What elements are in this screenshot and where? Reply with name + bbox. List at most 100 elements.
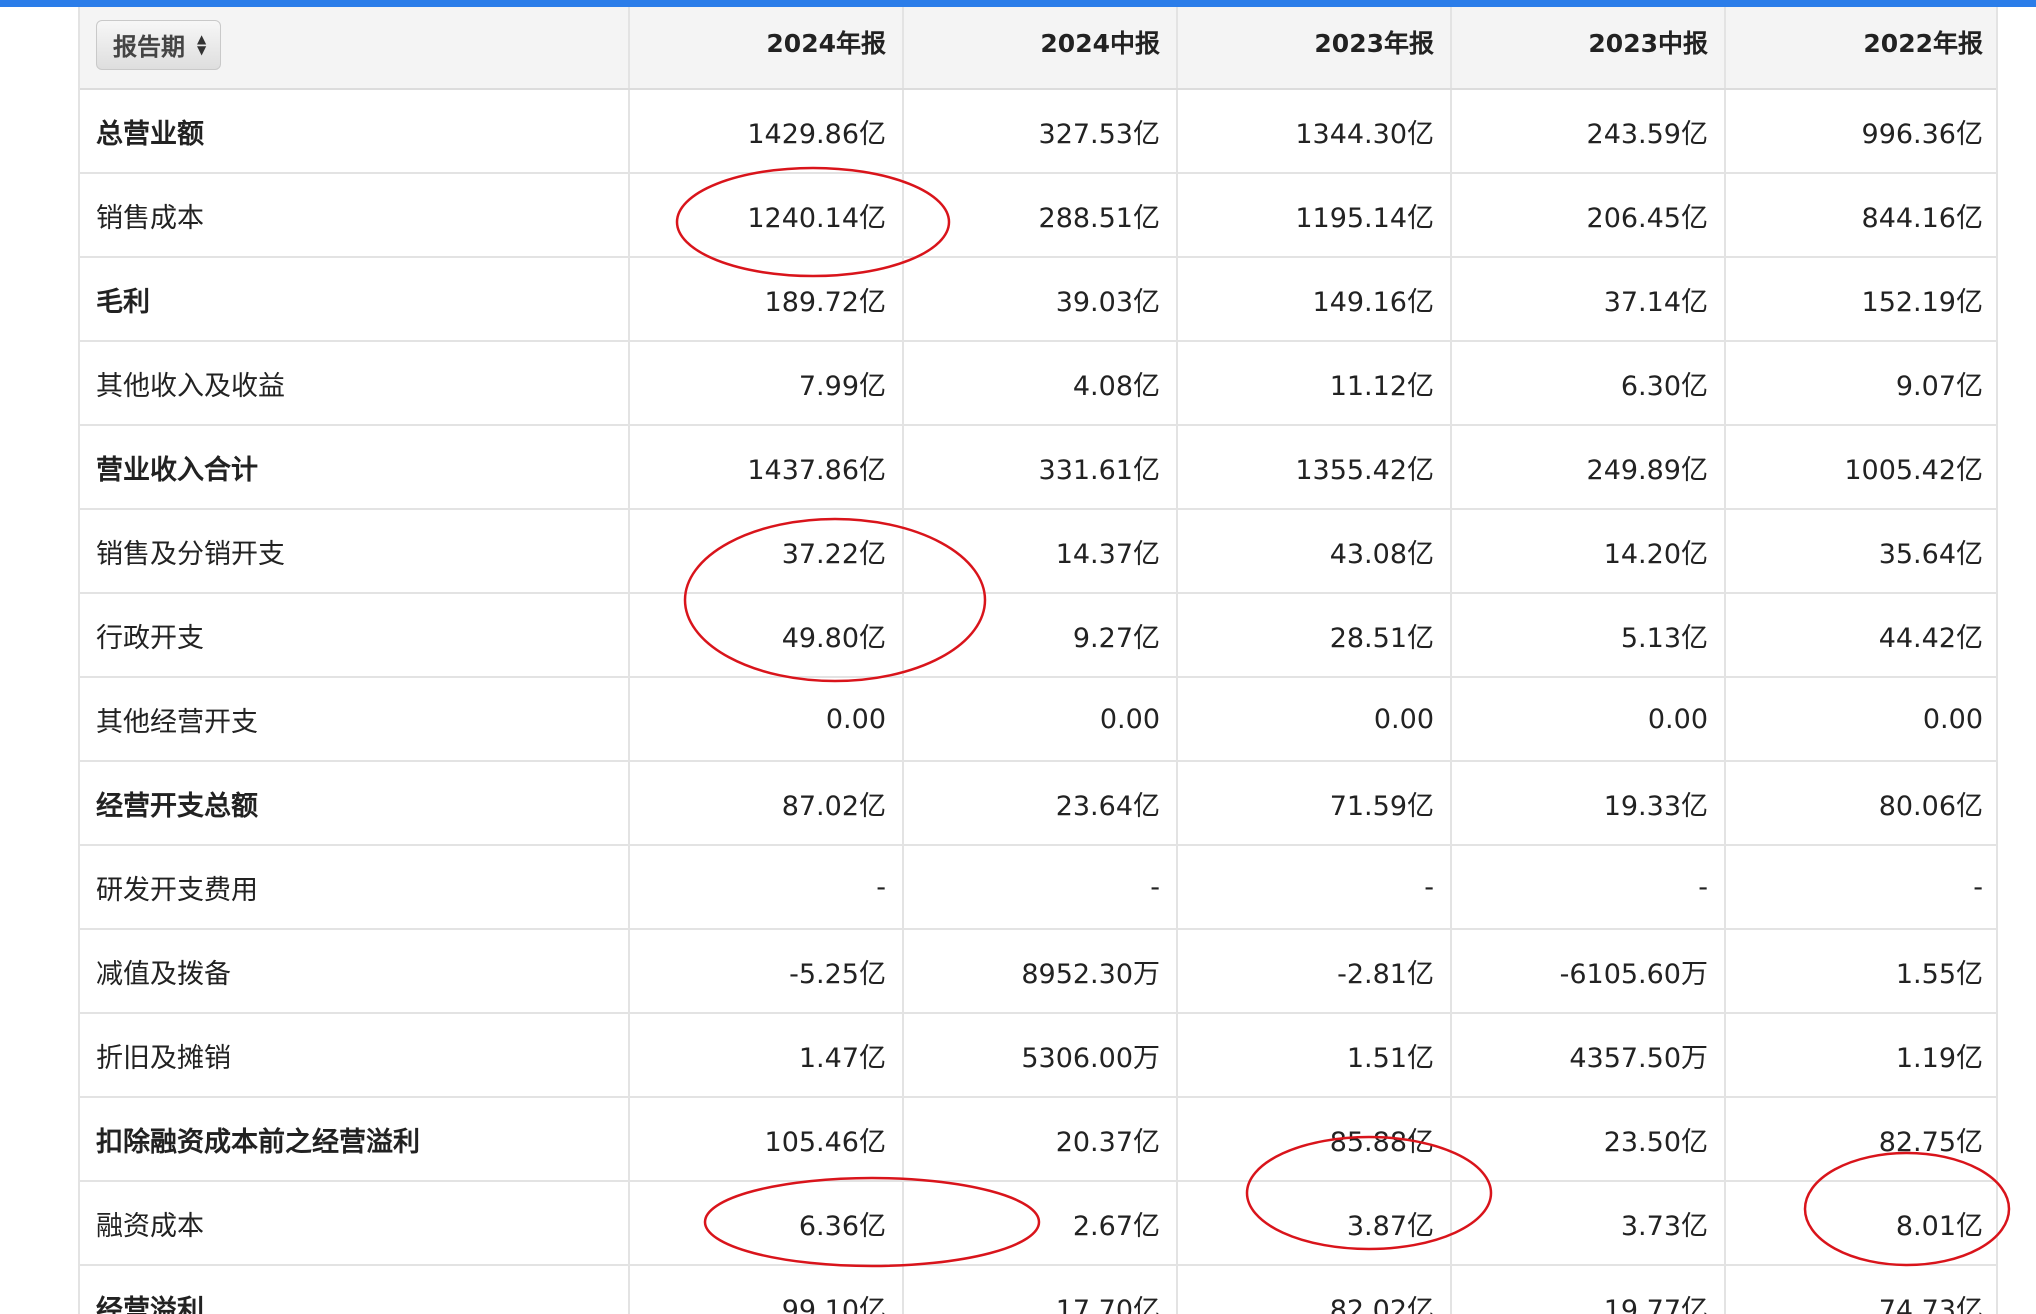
table-cell: - <box>1177 845 1452 930</box>
table-row: 折旧及摊销 1.47亿 5306.00万 1.51亿 4357.50万 1.19亿 <box>80 1013 1996 1098</box>
table-cell: 11.12亿 <box>1177 341 1452 426</box>
row-label: 减值及拨备 <box>80 929 630 1014</box>
table-row: 销售及分销开支 37.22亿 14.37亿 43.08亿 14.20亿 35.64亿 <box>80 509 1996 594</box>
table-cell: 82.75亿 <box>1725 1097 1996 1182</box>
column-header[interactable]: 2023中报 <box>1451 7 1726 90</box>
table-row: 其他收入及收益 7.99亿 4.08亿 11.12亿 6.30亿 9.07亿 <box>80 341 1996 426</box>
row-label: 融资成本 <box>80 1181 630 1266</box>
table-cell: - <box>903 845 1178 930</box>
table-cell: 9.07亿 <box>1725 341 1996 426</box>
income-statement-table: 报告期 ▲ ▼ 2024年报 2024中报 2023年报 2023中报 2022年… <box>80 7 1996 1314</box>
table-cell: 4.08亿 <box>903 341 1178 426</box>
table-row: 扣除融资成本前之经营溢利 105.46亿 20.37亿 85.88亿 23.50亿 82.… <box>80 1097 1996 1182</box>
table-cell: 44.42亿 <box>1725 593 1996 678</box>
row-label: 总营业额 <box>80 89 630 174</box>
row-label: 其他收入及收益 <box>80 341 630 426</box>
column-header[interactable]: 2023年报 <box>1177 7 1452 90</box>
table-body: 总营业额 1429.86亿 327.53亿 1344.30亿 243.59亿 996.36… <box>80 89 1996 1314</box>
column-header[interactable]: 2022年报 <box>1725 7 1996 90</box>
table-cell: 99.10亿 <box>629 1265 904 1314</box>
row-label: 销售成本 <box>80 173 630 258</box>
table-cell: -6105.60万 <box>1451 929 1726 1014</box>
table-cell: 1.19亿 <box>1725 1013 1996 1098</box>
row-label: 行政开支 <box>80 593 630 678</box>
table-cell: 6.30亿 <box>1451 341 1726 426</box>
table-cell: 19.77亿 <box>1451 1265 1726 1314</box>
table-cell: 17.70亿 <box>903 1265 1178 1314</box>
table-cell: 327.53亿 <box>903 89 1178 174</box>
table-cell: 19.33亿 <box>1451 761 1726 846</box>
table-cell: 5306.00万 <box>903 1013 1178 1098</box>
row-label: 扣除融资成本前之经营溢利 <box>80 1097 630 1182</box>
table-row: 行政开支 49.80亿 9.27亿 28.51亿 5.13亿 44.42亿 <box>80 593 1996 678</box>
row-label: 经营溢利 <box>80 1265 630 1314</box>
table-cell: 1355.42亿 <box>1177 425 1452 510</box>
table-cell: 331.61亿 <box>903 425 1178 510</box>
table-cell: 20.37亿 <box>903 1097 1178 1182</box>
row-label: 销售及分销开支 <box>80 509 630 594</box>
table-cell: 23.50亿 <box>1451 1097 1726 1182</box>
table-cell: 189.72亿 <box>629 257 904 342</box>
table-cell: 87.02亿 <box>629 761 904 846</box>
table-cell: 149.16亿 <box>1177 257 1452 342</box>
table-cell: 206.45亿 <box>1451 173 1726 258</box>
table-row: 经营开支总额 87.02亿 23.64亿 71.59亿 19.33亿 80.06亿 <box>80 761 1996 846</box>
table-cell: 288.51亿 <box>903 173 1178 258</box>
table-cell: 0.00 <box>1451 677 1726 762</box>
table-cell: 37.14亿 <box>1451 257 1726 342</box>
table-cell: 35.64亿 <box>1725 509 1996 594</box>
table-cell: 844.16亿 <box>1725 173 1996 258</box>
table-row: 其他经营开支 0.00 0.00 0.00 0.00 0.00 <box>80 677 1996 762</box>
table-cell: 2.67亿 <box>903 1181 1178 1266</box>
table-cell: 0.00 <box>1177 677 1452 762</box>
table-cell: 1437.86亿 <box>629 425 904 510</box>
table-cell: 14.20亿 <box>1451 509 1726 594</box>
table-cell: - <box>1451 845 1726 930</box>
table-cell: 1.51亿 <box>1177 1013 1452 1098</box>
table-cell: 1240.14亿 <box>629 173 904 258</box>
table-cell: 39.03亿 <box>903 257 1178 342</box>
table-cell: 1429.86亿 <box>629 89 904 174</box>
top-accent-bar <box>0 0 2036 7</box>
table-cell: 249.89亿 <box>1451 425 1726 510</box>
table-cell: - <box>1725 845 1996 930</box>
table-cell: 152.19亿 <box>1725 257 1996 342</box>
row-label: 营业收入合计 <box>80 425 630 510</box>
row-label: 折旧及摊销 <box>80 1013 630 1098</box>
table-cell: 74.73亿 <box>1725 1265 1996 1314</box>
table-cell: 28.51亿 <box>1177 593 1452 678</box>
table-row: 总营业额 1429.86亿 327.53亿 1344.30亿 243.59亿 996.36… <box>80 89 1996 174</box>
table-cell: 9.27亿 <box>903 593 1178 678</box>
table-cell: 80.06亿 <box>1725 761 1996 846</box>
row-label: 其他经营开支 <box>80 677 630 762</box>
table-header-row: 报告期 ▲ ▼ 2024年报 2024中报 2023年报 2023中报 2022年… <box>80 7 1996 90</box>
table-cell: 37.22亿 <box>629 509 904 594</box>
table-cell: 4357.50万 <box>1451 1013 1726 1098</box>
table-row: 研发开支费用 - - - - - <box>80 845 1996 930</box>
table-cell: 1195.14亿 <box>1177 173 1452 258</box>
report-period-sort-button[interactable]: 报告期 ▲ ▼ <box>96 19 222 70</box>
table-cell: -5.25亿 <box>629 929 904 1014</box>
row-label: 研发开支费用 <box>80 845 630 930</box>
table-cell: 0.00 <box>903 677 1178 762</box>
table-cell: 7.99亿 <box>629 341 904 426</box>
period-header-cell: 报告期 ▲ ▼ <box>80 7 630 90</box>
table-cell: 23.64亿 <box>903 761 1178 846</box>
report-period-label: 报告期 <box>113 33 185 61</box>
table-cell: 1005.42亿 <box>1725 425 1996 510</box>
column-header[interactable]: 2024中报 <box>903 7 1178 90</box>
table-cell: 71.59亿 <box>1177 761 1452 846</box>
table-row: 毛利 189.72亿 39.03亿 149.16亿 37.14亿 152.19亿 <box>80 257 1996 342</box>
table-cell: 14.37亿 <box>903 509 1178 594</box>
table-cell: 8.01亿 <box>1725 1181 1996 1266</box>
row-label: 经营开支总额 <box>80 761 630 846</box>
financial-table-container: 报告期 ▲ ▼ 2024年报 2024中报 2023年报 2023中报 2022年… <box>78 7 1998 1314</box>
table-cell: 1.47亿 <box>629 1013 904 1098</box>
column-header[interactable]: 2024年报 <box>629 7 904 90</box>
row-label: 毛利 <box>80 257 630 342</box>
table-cell: 243.59亿 <box>1451 89 1726 174</box>
sort-up-down-icon: ▲ ▼ <box>197 31 207 57</box>
table-cell: 82.02亿 <box>1177 1265 1452 1314</box>
table-cell: 49.80亿 <box>629 593 904 678</box>
table-cell: 996.36亿 <box>1725 89 1996 174</box>
